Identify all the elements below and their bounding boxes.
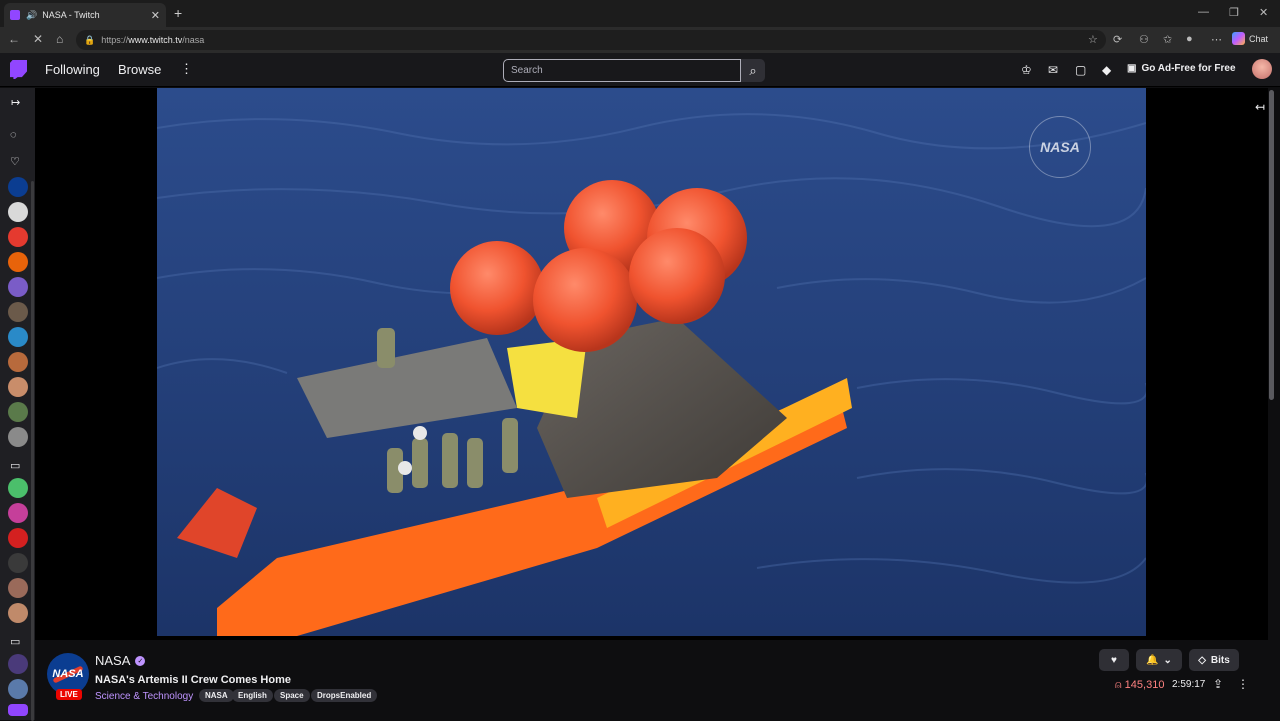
viewers-person-icon: ⍝ <box>1115 679 1122 691</box>
channel-avatar[interactable] <box>8 478 28 498</box>
restore-icon[interactable]: ❐ <box>1229 6 1239 19</box>
sidebar-scrollbar[interactable] <box>31 181 34 721</box>
address-bar-row: ← ✕ ⌂ 🔒 https://www.twitch.tv/nasa ☆ ⟳ ⚇… <box>0 27 1280 53</box>
collapse-chat-icon[interactable]: ↤ <box>1255 100 1265 114</box>
bits-icon: ◇ <box>1198 654 1206 666</box>
channel-avatar[interactable] <box>8 603 28 623</box>
camera-icon[interactable]: ▭ <box>10 459 20 472</box>
inbox-icon[interactable]: ✉ <box>1048 63 1058 77</box>
chevron-down-icon: ⌄ <box>1163 654 1172 666</box>
split-screen-icon[interactable]: ⚇ <box>1139 33 1149 46</box>
video-scene <box>157 88 1146 636</box>
channel-avatar[interactable] <box>8 302 28 322</box>
extensions-icon[interactable]: ⟳ <box>1113 33 1122 46</box>
followed-heart-icon[interactable]: ♡ <box>10 155 20 168</box>
heart-icon: ♥ <box>1111 654 1117 666</box>
channel-avatar[interactable] <box>8 227 28 247</box>
browser-tab[interactable]: 🔊 NASA - Twitch ✕ <box>4 3 166 27</box>
viewer-count: ⍝ 145,310 <box>1115 679 1165 691</box>
window-close-icon[interactable]: ✕ <box>1259 6 1268 19</box>
ad-free-icon: ▣ <box>1127 63 1137 74</box>
more-options-icon[interactable]: ⋮ <box>1237 677 1249 691</box>
camera-icon[interactable]: ▭ <box>10 635 20 648</box>
profile-avatar-icon[interactable]: ● <box>1186 33 1193 45</box>
bits-button[interactable]: ◇ Bits <box>1189 649 1239 671</box>
expand-sidebar-icon[interactable]: ↦ <box>11 96 20 109</box>
twitch-favicon-icon <box>10 10 20 20</box>
stream-title: NASA's Artemis II Crew Comes Home <box>95 674 291 686</box>
whispers-icon[interactable]: ▢ <box>1075 63 1086 77</box>
channel-avatar[interactable] <box>8 202 28 222</box>
chat-label: Chat <box>1249 33 1269 44</box>
copilot-icon <box>1232 32 1245 45</box>
channel-avatar[interactable] <box>8 503 28 523</box>
stream-uptime: 2:59:17 <box>1172 679 1206 690</box>
category-link[interactable]: Science & Technology <box>95 691 193 702</box>
follow-button[interactable]: ♥ <box>1099 649 1129 671</box>
twitch-top-nav: Following Browse ⋮ Search ⌕ ♔ ✉ ▢ ◆ ▣ Go… <box>0 53 1280 87</box>
channel-avatar[interactable] <box>8 377 28 397</box>
channel-avatar[interactable] <box>8 277 28 297</box>
search-button[interactable]: ⌕ <box>741 59 765 82</box>
channel-avatar[interactable] <box>8 578 28 598</box>
recommended-icon[interactable]: ◌ <box>10 129 17 141</box>
new-tab-icon[interactable]: + <box>174 5 182 21</box>
notifications-button[interactable]: 🔔 ⌄ <box>1136 649 1182 671</box>
settings-more-icon[interactable]: ⋯ <box>1211 33 1222 46</box>
channel-avatar[interactable] <box>8 679 28 699</box>
tag-pill[interactable]: English <box>232 689 273 702</box>
stop-loading-icon[interactable]: ✕ <box>33 32 43 46</box>
channel-avatar[interactable] <box>8 402 28 422</box>
bits-label: Bits <box>1210 654 1230 666</box>
channel-avatar[interactable] <box>8 553 28 573</box>
video-frame[interactable]: NASA <box>157 88 1146 636</box>
page-scrollbar[interactable] <box>1269 90 1274 400</box>
search-input[interactable]: Search <box>503 59 741 82</box>
search-icon: ⌕ <box>749 62 757 78</box>
home-icon[interactable]: ⌂ <box>56 32 63 46</box>
url-input[interactable]: 🔒 https://www.twitch.tv/nasa <box>76 30 1106 50</box>
favorite-star-icon[interactable]: ☆ <box>1088 33 1098 46</box>
followed-channels-sidebar: ↦ ◌ ♡ ▭ ▭ <box>0 88 35 721</box>
channel-avatar[interactable] <box>8 528 28 548</box>
nav-browse[interactable]: Browse <box>118 62 161 77</box>
share-icon[interactable]: ⇪ <box>1213 677 1223 691</box>
browser-tab-bar: 🔊 NASA - Twitch ✕ + — ❐ ✕ <box>0 0 1280 27</box>
nav-following[interactable]: Following <box>45 62 100 77</box>
channel-avatar[interactable] <box>8 327 28 347</box>
channel-avatar[interactable] <box>8 704 28 716</box>
channel-avatar[interactable] <box>8 352 28 372</box>
live-badge: LIVE <box>56 689 82 700</box>
tag-pill[interactable]: NASA <box>199 689 234 702</box>
channel-name-text: NASA <box>95 653 131 668</box>
go-ad-free-button[interactable]: ▣ Go Ad-Free for Free <box>1127 63 1236 74</box>
back-icon[interactable]: ← <box>8 32 20 46</box>
copilot-chat-button[interactable]: Chat <box>1232 32 1268 45</box>
channel-name[interactable]: NASA ✓ <box>95 653 146 668</box>
channel-avatar[interactable] <box>8 427 28 447</box>
bell-icon: 🔔 <box>1146 654 1159 666</box>
tag-pill[interactable]: Space <box>274 689 310 702</box>
speaker-icon[interactable]: 🔊 <box>26 10 37 21</box>
prime-crown-icon[interactable]: ♔ <box>1021 63 1032 77</box>
bits-icon[interactable]: ◆ <box>1102 63 1111 77</box>
verified-badge-icon: ✓ <box>135 655 146 666</box>
channel-avatar[interactable] <box>8 252 28 272</box>
close-tab-icon[interactable]: ✕ <box>151 9 160 22</box>
url-path: /nasa <box>182 35 205 45</box>
more-vertical-icon[interactable]: ⋮ <box>180 61 193 77</box>
url-host: www.twitch.tv <box>128 35 183 45</box>
minimize-icon[interactable]: — <box>1198 6 1209 18</box>
nasa-watermark: NASA <box>1029 116 1091 178</box>
twitch-logo-icon[interactable] <box>10 60 27 79</box>
ad-free-label: Go Ad-Free for Free <box>1141 63 1236 74</box>
tag-pill[interactable]: DropsEnabled <box>311 689 378 702</box>
tab-title: NASA - Twitch <box>42 10 100 20</box>
channel-avatar[interactable] <box>8 654 28 674</box>
lock-icon[interactable]: 🔒 <box>84 35 95 46</box>
url-scheme: https:// <box>101 35 129 45</box>
favorites-icon[interactable]: ✩ <box>1163 33 1172 46</box>
user-avatar[interactable] <box>1252 59 1272 79</box>
channel-avatar[interactable] <box>8 177 28 197</box>
